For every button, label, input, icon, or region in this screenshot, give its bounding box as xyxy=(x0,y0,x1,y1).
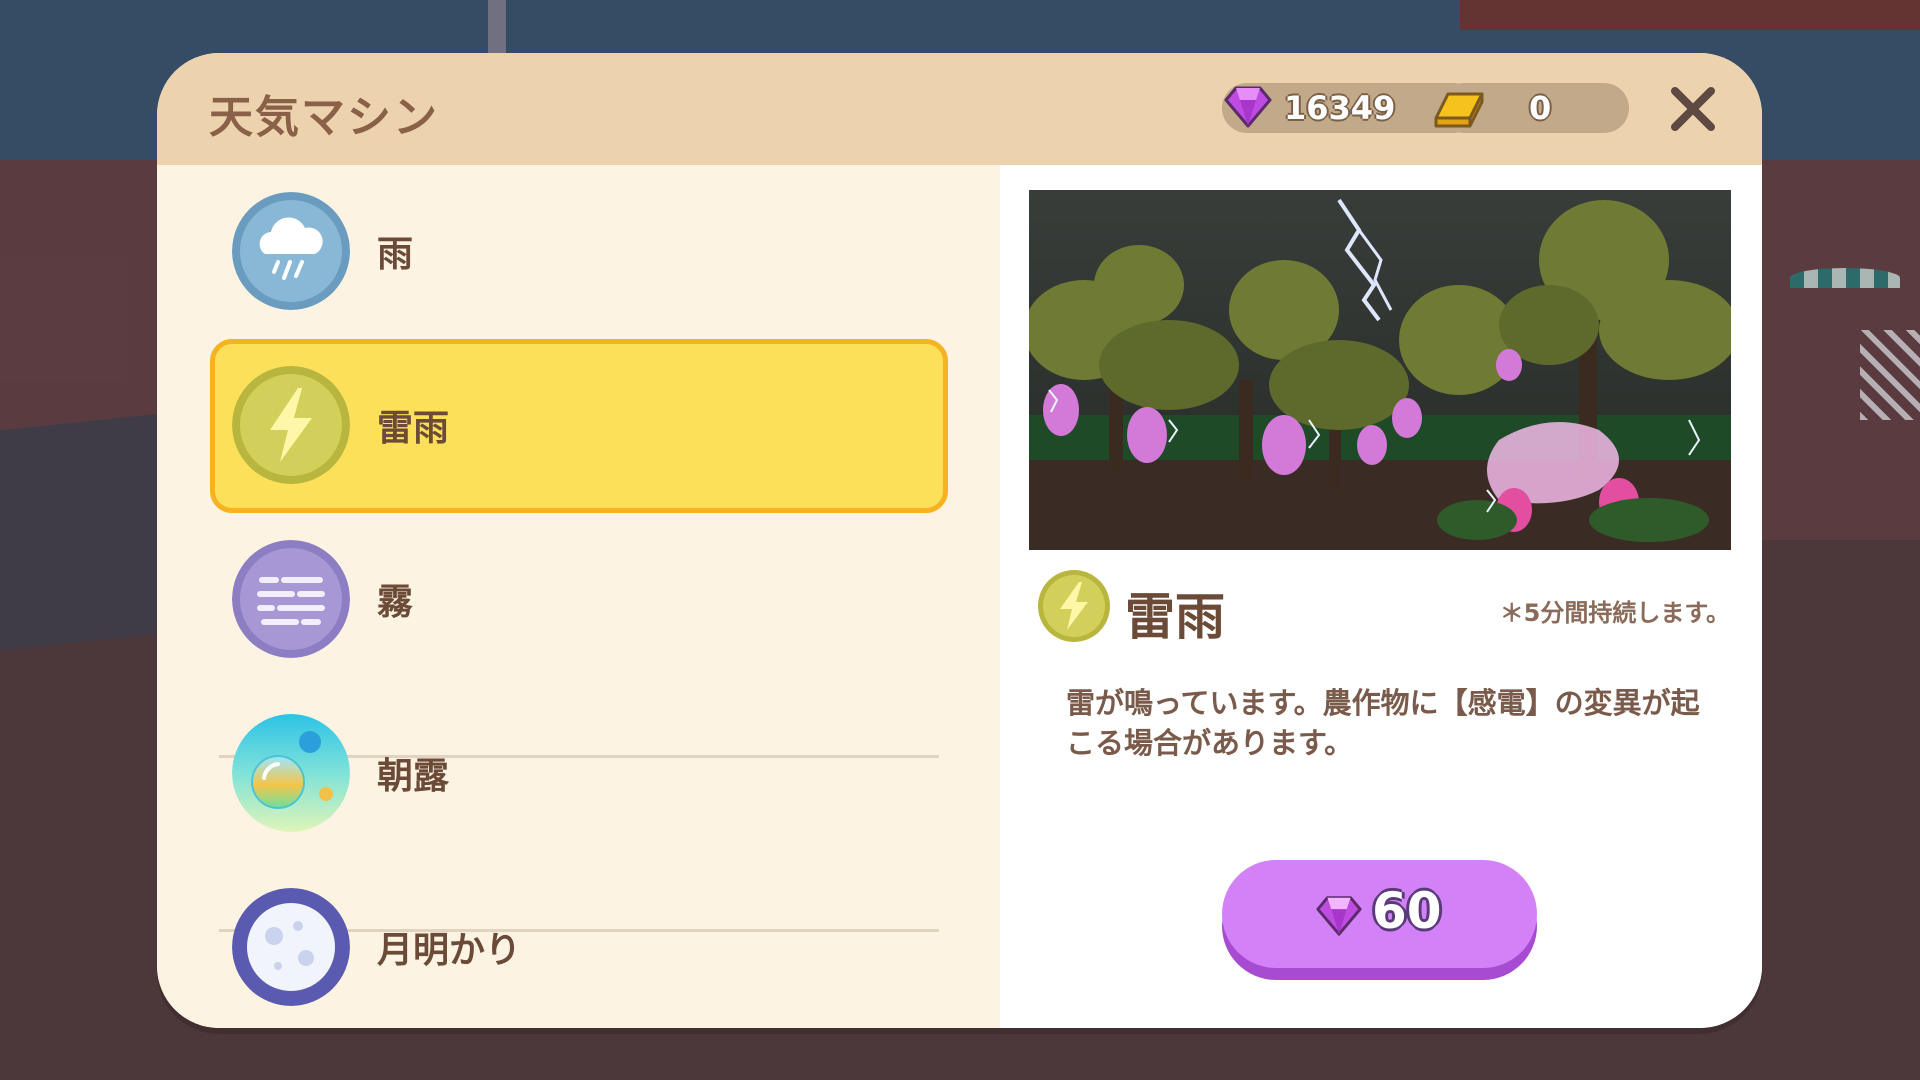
fog-icon xyxy=(232,540,350,658)
weather-item-moonlight[interactable]: 月明かり xyxy=(210,861,948,1028)
purchase-button[interactable]: 60 xyxy=(1222,860,1537,980)
weather-list: 雨 雷雨 霧 朝露 月明かり xyxy=(157,165,1000,1028)
weather-item-thunderstorm[interactable]: 雷雨 xyxy=(210,339,948,513)
moon-icon xyxy=(232,888,350,1006)
weather-item-fog[interactable]: 霧 xyxy=(210,513,948,687)
gem-icon xyxy=(1316,896,1362,936)
weather-description: 雷が鳴っています。農作物に【感電】の変異が起こる場合があります。 xyxy=(1066,686,1700,760)
weather-machine-dialog: 天気マシン 16349 0 雨 雷雨 霧 朝露 月明かり 雷雨 ＊5分間持続しま… xyxy=(157,53,1762,1028)
dialog-title: 天気マシン xyxy=(209,92,439,143)
weather-detail-panel: 雷雨 ＊5分間持続します。 雷が鳴っています。農作物に【感電】の変異が起こる場合… xyxy=(1000,165,1762,1028)
duration-note: ＊5分間持続します。 xyxy=(1499,599,1730,627)
weather-item-label: 月明かり xyxy=(377,930,522,971)
purchase-price: 60 xyxy=(1372,882,1442,940)
gold-bar-icon xyxy=(1434,92,1484,128)
gold-count: 0 xyxy=(1529,89,1552,127)
rain-cloud-icon xyxy=(232,192,350,310)
gem-icon xyxy=(1224,86,1272,128)
weather-item-label: 雷雨 xyxy=(377,408,450,449)
thunderstorm-preview-image xyxy=(1029,190,1731,550)
close-icon[interactable] xyxy=(1667,83,1719,135)
detail-weather-name: 雷雨 xyxy=(1125,588,1225,646)
weather-item-morning-dew[interactable]: 朝露 xyxy=(210,687,948,861)
weather-item-rain[interactable]: 雨 xyxy=(210,165,948,339)
weather-item-label: 朝露 xyxy=(377,756,450,797)
dew-drop-icon xyxy=(232,714,350,832)
lightning-icon xyxy=(1038,570,1110,642)
gem-count: 16349 xyxy=(1284,89,1396,127)
dialog-header: 天気マシン 16349 0 xyxy=(157,53,1762,165)
lightning-icon xyxy=(232,366,350,484)
weather-item-label: 雨 xyxy=(377,234,414,275)
weather-item-label: 霧 xyxy=(377,582,414,623)
